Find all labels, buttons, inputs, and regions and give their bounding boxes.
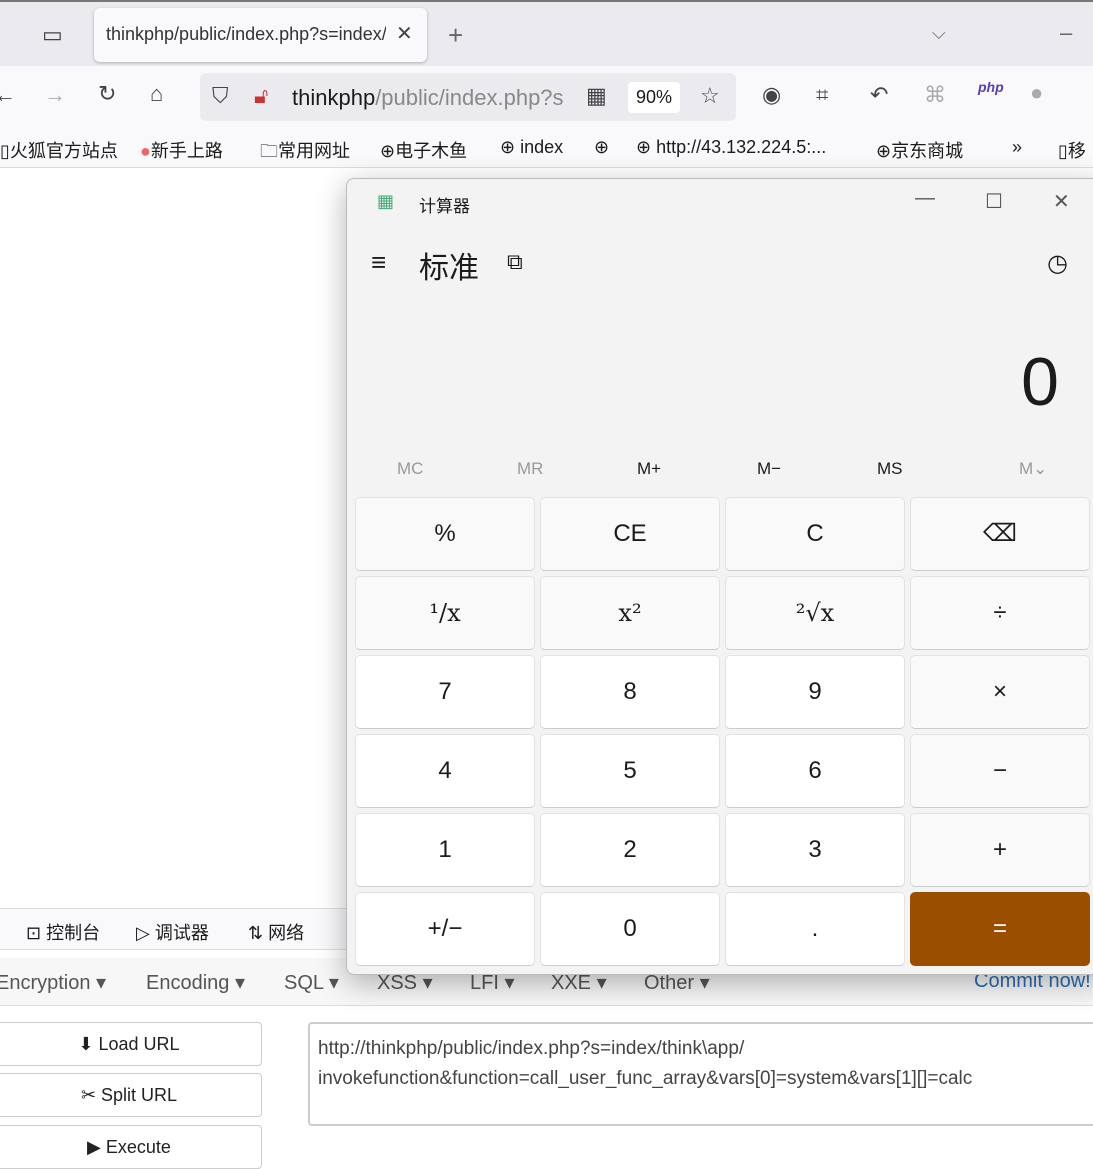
- star-icon[interactable]: ☆: [700, 85, 720, 107]
- minimize-icon[interactable]: —: [915, 187, 935, 210]
- tab-manager-icon[interactable]: ▭: [42, 24, 63, 46]
- tab-bar: ▭ thinkphp/public/index.php?s=index/thin…: [0, 0, 1093, 66]
- bookmarks-bar: ▯火狐官方站点 ●新手上路 🗀︎常用网址 ⊕电子木鱼 ⊕ index ⊕ ⊕ h…: [0, 128, 1093, 168]
- mc-button[interactable]: MC: [397, 459, 423, 479]
- close-tab-icon[interactable]: ✕: [396, 24, 413, 44]
- devtools-tabs: ⊡ 控制台 ▷ 调试器 ⇅ 网络: [0, 908, 360, 950]
- key-subtract-button[interactable]: −: [910, 734, 1090, 808]
- key-7-button[interactable]: 7: [355, 655, 535, 729]
- url-path: /public/index.php?s: [375, 85, 564, 110]
- key-ce-button[interactable]: CE: [540, 497, 720, 571]
- key-square-button[interactable]: x²: [540, 576, 720, 650]
- key-9-button[interactable]: 9: [725, 655, 905, 729]
- menu-icon[interactable]: ≡: [371, 247, 386, 278]
- history-icon[interactable]: ◷: [1047, 249, 1068, 278]
- key-reciprocal-button[interactable]: ¹/x: [355, 576, 535, 650]
- url-bar[interactable]: ⛉ 🔓︎ thinkphp/public/index.php?s ▦ 90% ☆: [200, 73, 736, 121]
- key-0-button[interactable]: 0: [540, 892, 720, 966]
- split-url-button[interactable]: ✂ Split URL: [0, 1073, 262, 1117]
- bookmark[interactable]: ▯火狐官方站点: [0, 137, 118, 163]
- key-backspace-button[interactable]: ⌫: [910, 497, 1090, 571]
- url-host: thinkphp: [292, 85, 376, 110]
- bookmark[interactable]: ▯移: [1058, 137, 1086, 163]
- mode-title: 标准: [419, 252, 479, 285]
- crop-icon[interactable]: ⌗: [816, 84, 828, 106]
- home-icon[interactable]: ⌂: [150, 83, 163, 105]
- php-extension-icon[interactable]: php: [978, 80, 1004, 94]
- qr-code-icon[interactable]: ▦: [586, 85, 607, 107]
- bookmark[interactable]: ⊕ http://43.132.224.5:...: [636, 137, 826, 158]
- devtools-tab-network[interactable]: ⇅ 网络: [248, 919, 304, 945]
- bookmark[interactable]: ⊕京东商城: [876, 137, 963, 163]
- devtools-tab-debugger[interactable]: ▷ 调试器: [136, 919, 209, 945]
- insecure-lock-icon[interactable]: 🔓︎: [254, 85, 268, 107]
- menu-encoding[interactable]: Encoding ▾: [146, 970, 245, 995]
- keep-on-top-icon[interactable]: ⧉: [507, 249, 523, 275]
- maximize-icon[interactable]: ☐: [985, 189, 1003, 214]
- calculator-window: ▦ 计算器 — ☐ ✕ ≡ 标准 ⧉ ◷ 0 MC MR M+ M− MS M⌄…: [346, 178, 1093, 975]
- key-clear-button[interactable]: C: [725, 497, 905, 571]
- menu-encryption[interactable]: Encryption ▾: [0, 970, 106, 995]
- circle-extension-icon[interactable]: ●: [1030, 82, 1043, 104]
- key-4-button[interactable]: 4: [355, 734, 535, 808]
- key-6-button[interactable]: 6: [725, 734, 905, 808]
- m-plus-button[interactable]: M+: [637, 459, 661, 479]
- forward-icon[interactable]: →: [44, 84, 66, 106]
- key-5-button[interactable]: 5: [540, 734, 720, 808]
- key-percent-button[interactable]: %: [355, 497, 535, 571]
- tab-title: thinkphp/public/index.php?s=index/think\…: [106, 24, 386, 44]
- key-8-button[interactable]: 8: [540, 655, 720, 729]
- back-icon[interactable]: ←: [0, 84, 16, 106]
- key-3-button[interactable]: 3: [725, 813, 905, 887]
- key-negate-button[interactable]: +/−: [355, 892, 535, 966]
- bookmark[interactable]: ⊕电子木鱼: [380, 137, 467, 163]
- window-title: 计算器: [419, 197, 470, 216]
- memory-list-button[interactable]: M⌄: [1019, 459, 1047, 479]
- mr-button[interactable]: MR: [517, 459, 543, 479]
- undo-icon[interactable]: ↶: [870, 84, 888, 106]
- key-sqrt-button[interactable]: ²√x: [725, 576, 905, 650]
- url-textarea[interactable]: http://thinkphp/public/index.php?s=index…: [308, 1022, 1093, 1126]
- minimize-icon[interactable]: –: [1060, 22, 1072, 44]
- key-equals-button[interactable]: =: [910, 892, 1090, 966]
- more-bookmarks-icon[interactable]: »: [1012, 137, 1022, 158]
- calculator-app-icon: ▦: [377, 191, 395, 211]
- extension-icon[interactable]: ⌘: [924, 84, 946, 106]
- menu-sql[interactable]: SQL ▾: [284, 970, 339, 995]
- key-multiply-button[interactable]: ×: [910, 655, 1090, 729]
- key-2-button[interactable]: 2: [540, 813, 720, 887]
- devtools-tab-console[interactable]: ⊡ 控制台: [26, 919, 100, 945]
- zoom-level[interactable]: 90%: [628, 82, 681, 113]
- reload-icon[interactable]: ↻: [98, 83, 116, 105]
- nav-bar: ← → ↻ ⌂ ⛉ 🔓︎ thinkphp/public/index.php?s…: [0, 66, 1093, 128]
- new-tab-icon[interactable]: +: [448, 22, 463, 48]
- account-icon[interactable]: ◉: [762, 84, 781, 106]
- bookmark[interactable]: ⊕ index: [500, 137, 563, 158]
- key-decimal-button[interactable]: .: [725, 892, 905, 966]
- calculator-display: 0: [1021, 344, 1059, 420]
- browser-tab[interactable]: thinkphp/public/index.php?s=index/think\…: [94, 8, 427, 62]
- load-url-button[interactable]: ⬇ Load URL: [0, 1022, 262, 1066]
- shield-icon[interactable]: ⛉: [212, 85, 229, 107]
- execute-button[interactable]: ▶ Execute: [0, 1125, 262, 1169]
- bookmark[interactable]: ●新手上路: [140, 137, 223, 163]
- bookmark[interactable]: ⊕: [594, 137, 609, 158]
- chevron-down-icon[interactable]: ⌵: [932, 24, 946, 42]
- close-icon[interactable]: ✕: [1053, 189, 1070, 214]
- bookmark-folder[interactable]: 🗀︎常用网址: [260, 137, 350, 169]
- key-divide-button[interactable]: ÷: [910, 576, 1090, 650]
- key-add-button[interactable]: +: [910, 813, 1090, 887]
- key-1-button[interactable]: 1: [355, 813, 535, 887]
- ms-button[interactable]: MS: [877, 459, 903, 479]
- m-minus-button[interactable]: M−: [757, 459, 781, 479]
